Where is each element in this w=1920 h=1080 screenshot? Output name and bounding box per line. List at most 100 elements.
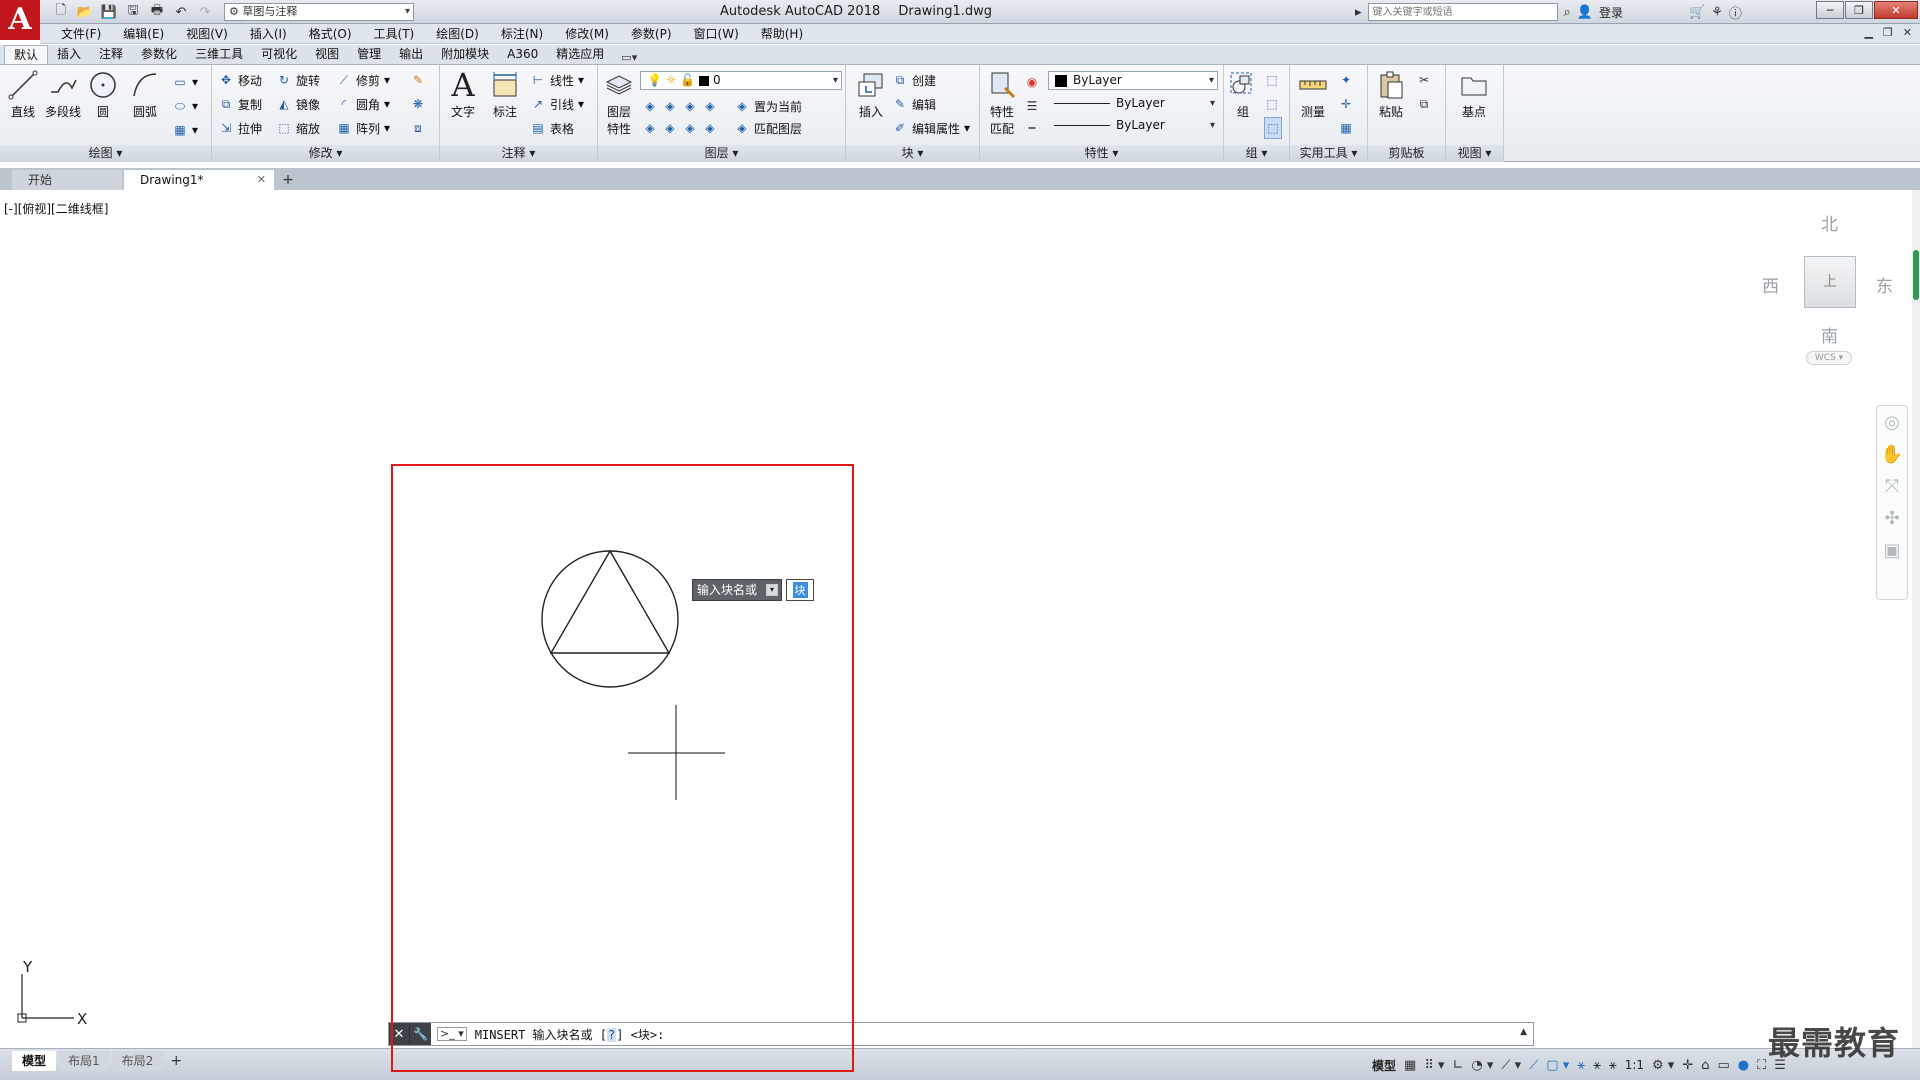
set-current-button[interactable]: ◈ 置为当前: [734, 95, 802, 117]
save-as-icon[interactable]: 🖫: [122, 2, 144, 22]
menu-format[interactable]: 格式(O): [298, 24, 363, 44]
tab-annotate[interactable]: 注释: [90, 45, 132, 64]
menu-window[interactable]: 窗口(W): [683, 24, 750, 44]
match-layer-button[interactable]: ◈ 匹配图层: [734, 117, 802, 139]
viewcube[interactable]: 北 西 东 南 上 WCS ▾: [1748, 210, 1908, 390]
annotation-scale-auto-icon[interactable]: ⚹: [1593, 1058, 1601, 1073]
menu-tools[interactable]: 工具(T): [363, 24, 426, 44]
annotation-visibility-icon[interactable]: ⚹: [1577, 1058, 1585, 1073]
tab-visualize[interactable]: 可视化: [252, 45, 306, 64]
polar-icon[interactable]: ◔ ▾: [1471, 1058, 1493, 1073]
offset-button[interactable]: ⧈: [410, 117, 426, 139]
tab-insert[interactable]: 插入: [48, 45, 90, 64]
grid-icon[interactable]: ▦: [1404, 1058, 1416, 1073]
new-icon[interactable]: 🗋: [50, 2, 72, 22]
menu-modify[interactable]: 修改(M): [554, 24, 620, 44]
command-option-query[interactable]: ?: [607, 1027, 617, 1042]
app-logo[interactable]: A: [0, 0, 40, 40]
user-icon[interactable]: 👤: [1577, 5, 1593, 20]
new-layout-icon[interactable]: +: [165, 1051, 187, 1071]
tab-view[interactable]: 视图: [306, 45, 348, 64]
clean-screen-icon[interactable]: ⛶: [1757, 1058, 1766, 1073]
tab-default[interactable]: 默认: [4, 45, 49, 64]
rotate-button[interactable]: ↻ 旋转: [276, 69, 320, 91]
measure-button[interactable]: 测量: [1294, 69, 1332, 120]
menu-file[interactable]: 文件(F): [50, 24, 112, 44]
steering-wheel-icon[interactable]: ◎: [1877, 406, 1907, 438]
panel-modify-title[interactable]: 修改 ▾: [212, 145, 439, 162]
restore-icon[interactable]: ❐: [1845, 1, 1873, 19]
units-icon[interactable]: ⌂: [1701, 1058, 1709, 1073]
mirror-button[interactable]: ◭ 镜像: [276, 93, 320, 115]
layout-tab-2[interactable]: 布局2: [111, 1051, 164, 1071]
undo-icon[interactable]: ↶: [170, 2, 192, 22]
panel-draw-title[interactable]: 绘图 ▾: [0, 145, 211, 162]
linetype-dropdown[interactable]: ByLayer: [1048, 95, 1218, 114]
point-button[interactable]: ✛: [1338, 93, 1354, 115]
command-line[interactable]: ✕ 🔧 >_ ▾ MINSERT 输入块名或 [?] <块>: ▲: [388, 1022, 1534, 1046]
viewcube-west[interactable]: 西: [1762, 272, 1779, 297]
print-icon[interactable]: 🖶: [146, 2, 168, 22]
color-wheel-button[interactable]: ◉: [1024, 71, 1040, 93]
save-icon[interactable]: 💾: [98, 2, 120, 22]
leader-button[interactable]: ↗ 引线 ▾: [530, 93, 584, 115]
table-button[interactable]: ▤ 表格: [530, 117, 574, 139]
drawn-triangle[interactable]: [549, 549, 671, 654]
tab-drawing1[interactable]: Drawing1* ✕: [124, 170, 274, 190]
layer-lock-tool-icon[interactable]: ◈: [702, 98, 718, 114]
base-view-button[interactable]: 基点: [1452, 69, 1496, 120]
annotation-monitor-icon[interactable]: ✛: [1682, 1058, 1693, 1073]
redo-icon[interactable]: ↷: [194, 2, 216, 22]
quick-select-button[interactable]: ✦: [1338, 69, 1354, 91]
match-properties-button[interactable]: 特性 匹配: [982, 69, 1022, 137]
quick-properties-icon[interactable]: ▭: [1717, 1058, 1729, 1073]
paste-button[interactable]: 粘贴: [1372, 69, 1410, 120]
doc-close-icon[interactable]: ✕: [1903, 26, 1912, 39]
isolate-objects-icon[interactable]: ●: [1738, 1058, 1749, 1073]
cut-button[interactable]: ✂: [1416, 69, 1432, 91]
command-line-close-icon[interactable]: ✕: [389, 1023, 409, 1045]
lineweight-icon-button[interactable]: ☰: [1024, 95, 1040, 117]
snap-icon[interactable]: ⠿ ▾: [1424, 1058, 1444, 1073]
edit-block-button[interactable]: ✎ 编辑: [892, 93, 936, 115]
drawn-circle[interactable]: [541, 550, 679, 688]
ortho-icon[interactable]: ∟: [1453, 1058, 1464, 1073]
circle-button[interactable]: 圆: [82, 69, 124, 120]
stretch-button[interactable]: ⇲ 拉伸: [218, 117, 262, 139]
panel-properties-title[interactable]: 特性 ▾: [980, 145, 1223, 162]
array-button[interactable]: ▦ 阵列 ▾: [336, 117, 390, 139]
viewcube-south[interactable]: 南: [1821, 322, 1838, 347]
workspace-switch-icon[interactable]: ⚙ ▾: [1652, 1058, 1674, 1073]
orbit-icon[interactable]: ✣: [1877, 502, 1907, 534]
panel-clipboard-title[interactable]: 剪贴板: [1368, 145, 1445, 162]
annotation-scale-value[interactable]: 1:1: [1625, 1058, 1644, 1072]
scrollbar-thumb[interactable]: [1913, 250, 1919, 300]
layer-unisolate-icon[interactable]: ◈: [662, 120, 678, 136]
ribbon-display-toggle-icon[interactable]: ▭▾: [621, 51, 637, 64]
minimize-icon[interactable]: ─: [1816, 1, 1844, 19]
tab-addins[interactable]: 附加模块: [432, 45, 498, 64]
tab-a360[interactable]: A360: [498, 45, 547, 64]
panel-utilities-title[interactable]: 实用工具 ▾: [1290, 145, 1367, 162]
move-button[interactable]: ✥ 移动: [218, 69, 262, 91]
menu-view[interactable]: 视图(V): [175, 24, 239, 44]
panel-view-title[interactable]: 视图 ▾: [1446, 145, 1503, 162]
scale-button[interactable]: ⬚ 缩放: [276, 117, 320, 139]
layer-on-icon[interactable]: ◈: [642, 120, 658, 136]
tab-3d-tools[interactable]: 三维工具: [186, 45, 252, 64]
layer-unlock-icon[interactable]: ◈: [702, 120, 718, 136]
lineweight-dropdown[interactable]: ByLayer: [1048, 117, 1218, 136]
arc-button[interactable]: 圆弧: [124, 69, 166, 120]
command-history-expand-icon[interactable]: ▲: [1520, 1027, 1527, 1037]
search-input[interactable]: [1367, 3, 1558, 21]
layer-properties-button[interactable]: 图层 特性: [600, 69, 638, 137]
tab-featured-apps[interactable]: 精选应用: [547, 45, 613, 64]
menu-help[interactable]: 帮助(H): [750, 24, 814, 44]
new-tab-icon[interactable]: +: [276, 170, 300, 190]
menu-draw[interactable]: 绘图(D): [425, 24, 490, 44]
expand-arrow-icon[interactable]: ▸: [1355, 5, 1362, 20]
dimension-button[interactable]: 标注: [484, 69, 526, 120]
panel-layers-title[interactable]: 图层 ▾: [598, 145, 845, 162]
tab-parametric[interactable]: 参数化: [132, 45, 186, 64]
create-block-button[interactable]: ⧉ 创建: [892, 69, 936, 91]
